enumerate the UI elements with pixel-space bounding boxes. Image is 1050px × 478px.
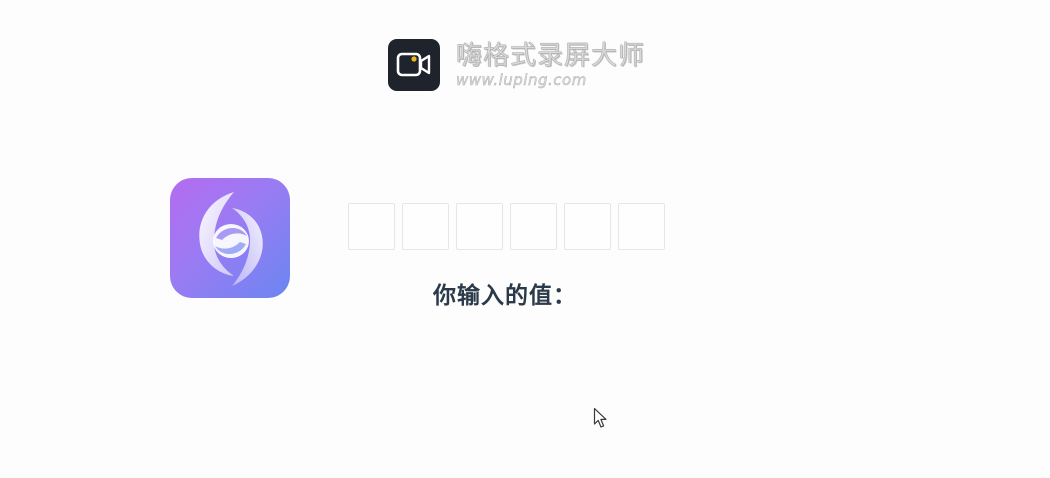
code-input-5[interactable] xyxy=(564,203,611,250)
mouse-pointer-icon xyxy=(593,407,609,429)
watermark-title: 嗨格式录屏大师 xyxy=(456,40,646,71)
code-input-3[interactable] xyxy=(456,203,503,250)
code-input-4[interactable] xyxy=(510,203,557,250)
app-logo xyxy=(170,178,290,298)
verification-code-inputs xyxy=(348,203,665,250)
video-camera-icon xyxy=(388,39,440,91)
watermark-text: 嗨格式录屏大师 www.luping.com xyxy=(456,40,646,89)
code-input-2[interactable] xyxy=(402,203,449,250)
swirl-logo-icon xyxy=(199,192,263,286)
recorder-watermark: 嗨格式录屏大师 www.luping.com xyxy=(388,38,645,92)
code-input-1[interactable] xyxy=(348,203,395,250)
code-input-6[interactable] xyxy=(618,203,665,250)
watermark-url: www.luping.com xyxy=(456,70,587,89)
result-label: 你输入的值： xyxy=(433,283,577,309)
page-canvas: 嗨格式录屏大师 www.luping.com 你输入的值： xyxy=(0,0,1050,478)
